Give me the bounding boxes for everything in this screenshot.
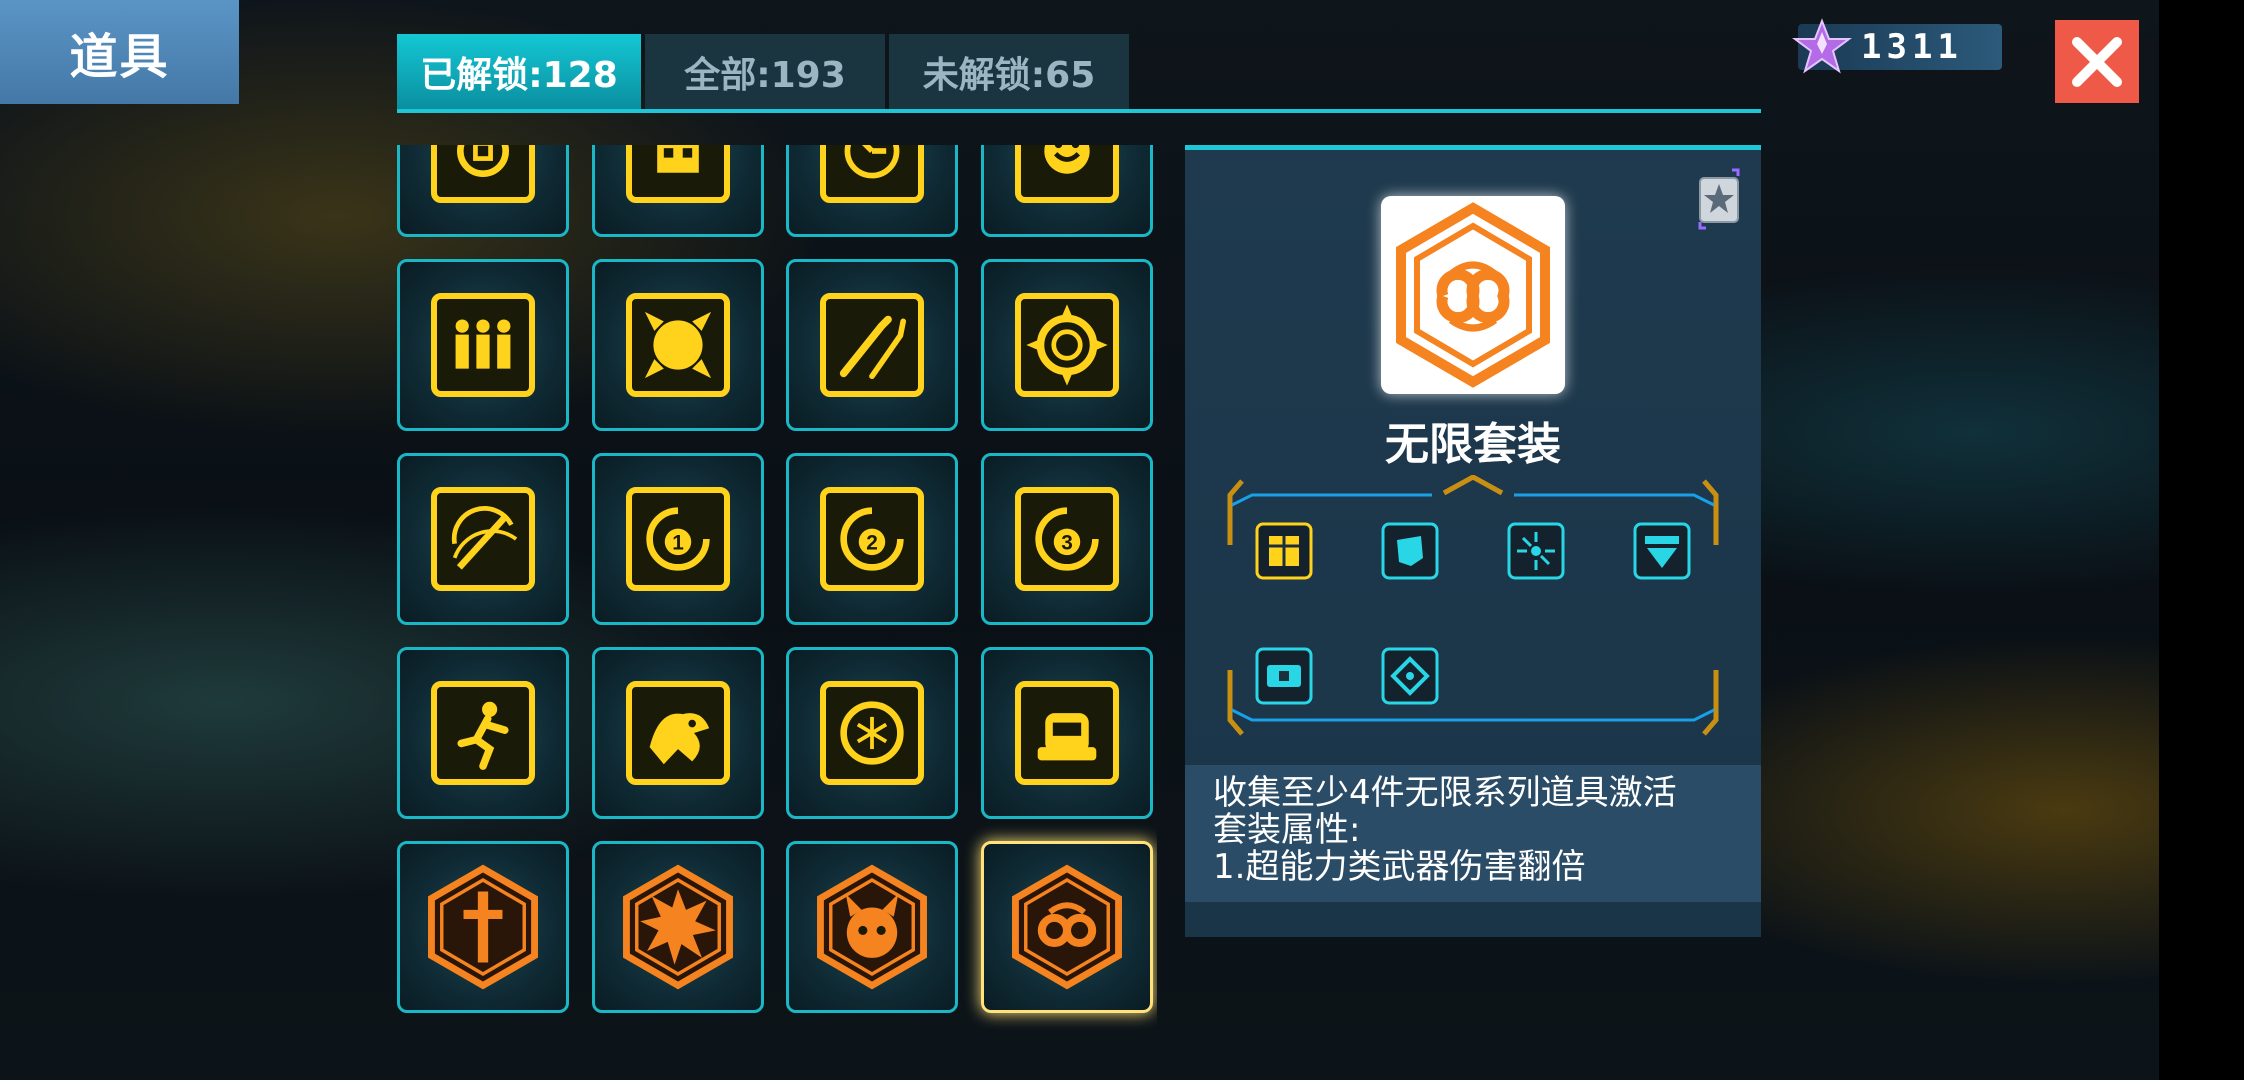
description-line: 1.超能力类武器伤害翻倍 <box>1213 847 1586 887</box>
set-item-circuit-icon[interactable] <box>1507 522 1565 580</box>
currency-display: 1311 <box>1792 18 2002 74</box>
grid-item-slot[interactable] <box>786 145 958 237</box>
snowflake-swirl-item-icon <box>840 701 904 765</box>
fist-burst-hexagon-item-icon <box>622 864 733 990</box>
currency-value: 1311 <box>1861 27 1963 67</box>
heart-shield-icon <box>1633 522 1691 580</box>
sword-swing-item-icon <box>451 506 518 570</box>
description-line: 收集至少4件无限系列道具激活 <box>1213 773 1677 813</box>
target-diamond-icon <box>1381 647 1439 705</box>
grid-item-slot[interactable] <box>786 841 958 1013</box>
robot-item-icon <box>656 145 699 173</box>
star-badge-icon[interactable] <box>1698 168 1740 230</box>
grid-item-slot[interactable] <box>397 647 569 819</box>
circuit-icon <box>1507 522 1565 580</box>
grid-item-slot[interactable] <box>591 841 764 1013</box>
item-name: 无限套装 <box>1385 419 1561 470</box>
set-item-chest-armor-icon[interactable] <box>1255 522 1313 580</box>
grid-item-slot[interactable] <box>397 259 569 431</box>
grid-item-slot[interactable] <box>397 145 569 237</box>
grid-item-slot[interactable] <box>980 841 1153 1013</box>
grid-item-slot[interactable] <box>786 259 958 431</box>
grid-item-slot[interactable]: 2 <box>786 453 958 625</box>
grid-item-slot[interactable] <box>786 647 958 819</box>
tab-locked[interactable]: 未解锁:65 <box>889 34 1129 110</box>
page-title: 道具 <box>0 0 239 104</box>
grid-item-slot[interactable] <box>397 453 569 625</box>
glove-icon <box>1381 522 1439 580</box>
timer-item-icon <box>844 145 900 179</box>
filter-tabs: 已解锁:128 全部:193 未解锁:65 <box>397 34 1129 110</box>
running-man-item-icon <box>457 701 509 770</box>
description-line: 套装属性: <box>1213 810 1361 850</box>
robot-head-item-icon <box>1037 713 1096 761</box>
set-item-belt-icon[interactable] <box>1255 647 1313 705</box>
belt-icon <box>1255 647 1313 705</box>
screen-edge <box>2159 0 2244 1080</box>
set-item-glove-icon[interactable] <box>1381 522 1439 580</box>
devil-hexagon-item-icon <box>817 864 927 990</box>
svg-text:1: 1 <box>672 531 684 554</box>
charge-2-item-icon: 2 <box>840 507 904 571</box>
grid-item-slot[interactable] <box>397 841 569 1013</box>
svg-text:3: 3 <box>1061 531 1073 554</box>
set-item-heart-shield-icon[interactable] <box>1633 522 1691 580</box>
svg-text:2: 2 <box>866 531 878 554</box>
spiked-gear-item-icon <box>1025 304 1108 386</box>
purple-star-gem-icon <box>1792 18 1852 74</box>
item-grid: 1 2 3 <box>397 145 1157 1030</box>
close-icon <box>2072 36 2122 87</box>
close-button[interactable] <box>2055 20 2139 103</box>
tab-unlocked[interactable]: 已解锁:128 <box>397 34 641 110</box>
tab-all[interactable]: 全部:193 <box>645 34 885 110</box>
grid-item-slot[interactable] <box>591 647 764 819</box>
grid-item-slot[interactable]: 3 <box>980 453 1153 625</box>
infinity-hexagon-item-icon <box>1011 864 1122 990</box>
three-people-item-icon <box>455 319 511 369</box>
infinity-hexagon-item-icon <box>1396 202 1550 388</box>
grid-item-slot[interactable] <box>591 259 764 431</box>
item-image <box>1381 196 1565 394</box>
grid-item-slot[interactable] <box>980 259 1153 431</box>
grid-item-slot[interactable] <box>980 647 1153 819</box>
tab-underline <box>397 109 1761 113</box>
claw-slash-item-icon <box>839 315 907 380</box>
sword-hexagon-item-icon <box>428 864 538 990</box>
grid-item-slot[interactable]: 1 <box>591 453 764 625</box>
charge-3-item-icon: 3 <box>1034 507 1099 571</box>
smiling-sun-item-icon <box>1043 145 1090 174</box>
set-item-target-diamond-icon[interactable] <box>1381 647 1439 705</box>
set-description: 收集至少4件无限系列道具激活 套装属性: 1.超能力类武器伤害翻倍 <box>1185 765 1761 902</box>
grid-item-slot[interactable] <box>591 145 764 237</box>
charge-1-item-icon: 1 <box>645 507 710 571</box>
chest-armor-icon <box>1255 522 1313 580</box>
clock-item-icon <box>457 145 509 177</box>
item-detail-panel: 无限套装 收集至少4件无限系列道具激活 套装属性: 1.超能力类武器伤害翻倍 <box>1185 145 1761 937</box>
sun-burst-item-icon <box>644 311 711 379</box>
grid-item-slot[interactable] <box>980 145 1153 237</box>
dragon-item-icon <box>649 713 709 765</box>
